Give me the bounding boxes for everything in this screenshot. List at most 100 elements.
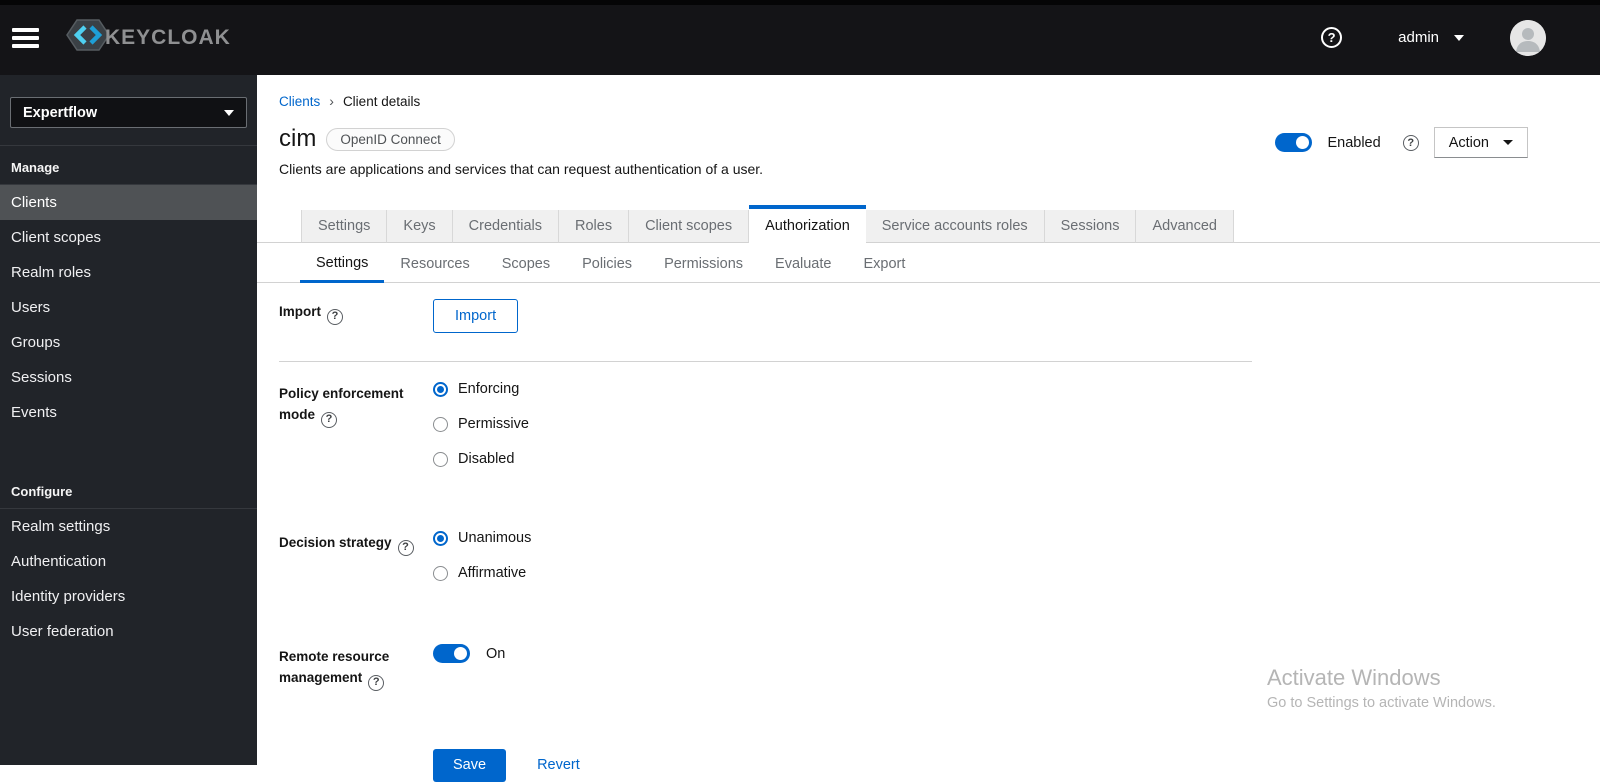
help-icon[interactable] — [1321, 27, 1343, 48]
help-icon[interactable] — [1402, 134, 1419, 151]
import-label: Import — [279, 304, 321, 319]
radio-label: Enforcing — [458, 381, 520, 397]
masthead: KEYCLOAK admin — [0, 0, 1600, 75]
radio-label: Affirmative — [458, 565, 527, 581]
import-button[interactable]: Import — [433, 299, 519, 333]
breadcrumb: Clients Client details — [279, 93, 420, 109]
radio-icon[interactable] — [433, 530, 448, 546]
subtab-resources[interactable]: Resources — [384, 245, 486, 283]
breadcrumb-current: Client details — [342, 93, 421, 109]
policy-enforcement-mode-label-col: Policy enforcement mode — [279, 381, 433, 486]
form-divider — [279, 361, 1252, 362]
radio-option-enforcing[interactable]: Enforcing — [433, 381, 1279, 397]
chevron-down-icon[interactable] — [1454, 34, 1464, 41]
radio-icon[interactable] — [433, 416, 448, 432]
radio-option-unanimous[interactable]: Unanimous — [433, 530, 1279, 546]
chevron-down-icon — [224, 109, 234, 116]
action-dropdown-label: Action — [1448, 134, 1489, 151]
tab-sessions[interactable]: Sessions — [1044, 210, 1137, 243]
enabled-toggle[interactable] — [1275, 133, 1313, 152]
realm-selector[interactable]: Expertflow — [10, 97, 247, 128]
sidebar-item-client-scopes[interactable]: Client scopes — [0, 220, 257, 255]
activate-windows-watermark: Activate Windows Go to Settings to activ… — [1267, 665, 1496, 711]
radio-option-affirmative[interactable]: Affirmative — [433, 565, 1279, 581]
subtab-evaluate[interactable]: Evaluate — [759, 245, 848, 283]
radio-icon[interactable] — [433, 381, 448, 397]
user-menu-label[interactable]: admin — [1398, 29, 1439, 46]
subtab-policies[interactable]: Policies — [566, 245, 649, 283]
remote-resource-management-toggle[interactable] — [433, 644, 470, 663]
tab-advanced[interactable]: Advanced — [1136, 210, 1234, 243]
watermark-title: Activate Windows — [1267, 665, 1441, 690]
remote-resource-management-row: Remote resource management On — [279, 644, 1279, 691]
tab-credentials[interactable]: Credentials — [452, 210, 559, 243]
radio-option-permissive[interactable]: Permissive — [433, 416, 1279, 432]
import-control-col: Import — [433, 299, 1279, 333]
sidebar-item-users[interactable]: Users — [0, 290, 257, 325]
subtab-settings[interactable]: Settings — [300, 245, 385, 283]
policy-enforcement-mode-row: Policy enforcement mode Enforcing Permis… — [279, 381, 1279, 486]
nav-gap — [0, 430, 257, 470]
help-icon[interactable] — [321, 411, 338, 428]
sidebar-item-authentication[interactable]: Authentication — [0, 544, 257, 579]
radio-option-disabled[interactable]: Disabled — [433, 451, 1279, 467]
radio-icon[interactable] — [433, 565, 448, 581]
masthead-right: admin — [1321, 19, 1600, 56]
policy-enforcement-mode-options: Enforcing Permissive Disabled — [433, 381, 1279, 486]
revert-button[interactable]: Revert — [537, 757, 580, 773]
sidebar-item-sessions[interactable]: Sessions — [0, 360, 257, 395]
tab-client-scopes[interactable]: Client scopes — [629, 210, 750, 243]
help-icon[interactable] — [397, 539, 414, 556]
action-dropdown-button[interactable]: Action — [1433, 127, 1528, 158]
radio-icon[interactable] — [433, 451, 448, 467]
realm-selector-block: Expertflow — [0, 75, 257, 146]
sidebar-item-events[interactable]: Events — [0, 395, 257, 430]
nav-section-configure: Configure Realm settings Authentication … — [0, 470, 257, 649]
brand-text: KEYCLOAK — [105, 25, 231, 49]
decision-strategy-row: Decision strategy Unanimous Affirmative — [279, 530, 1279, 600]
authorization-settings-form: Import Import Policy enforcement mode En… — [279, 299, 1279, 782]
decision-strategy-label-col: Decision strategy — [279, 530, 433, 600]
sidebar-item-realm-roles[interactable]: Realm roles — [0, 255, 257, 290]
radio-label: Unanimous — [458, 530, 532, 546]
form-actions: Save Revert — [279, 748, 1279, 782]
tab-keys[interactable]: Keys — [387, 210, 453, 243]
avatar[interactable] — [1510, 19, 1546, 56]
sidebar-item-user-federation[interactable]: User federation — [0, 614, 257, 649]
chevron-down-icon — [1503, 140, 1513, 145]
sidebar-item-identity-providers[interactable]: Identity providers — [0, 579, 257, 614]
breadcrumb-clients-link[interactable]: Clients — [279, 94, 320, 109]
subtab-export[interactable]: Export — [847, 245, 922, 283]
radio-label: Permissive — [458, 416, 529, 432]
tab-roles[interactable]: Roles — [559, 210, 630, 243]
subtab-scopes[interactable]: Scopes — [485, 245, 567, 283]
tab-service-accounts-roles[interactable]: Service accounts roles — [865, 210, 1045, 243]
subtab-permissions[interactable]: Permissions — [648, 245, 760, 283]
import-row: Import Import — [279, 299, 1279, 333]
page-title: cim — [279, 125, 317, 152]
tabbar-filler — [1233, 205, 1600, 243]
tab-settings[interactable]: Settings — [301, 210, 388, 243]
sidebar-nav: Expertflow Manage Clients Client scopes … — [0, 75, 257, 765]
sidebar-item-clients[interactable]: Clients — [0, 185, 257, 220]
help-icon[interactable] — [327, 308, 343, 325]
import-label-col: Import — [279, 299, 433, 333]
save-button[interactable]: Save — [433, 748, 507, 782]
hamburger-menu-icon[interactable] — [12, 24, 39, 52]
decision-strategy-options: Unanimous Affirmative — [433, 530, 1279, 600]
help-icon[interactable] — [368, 674, 385, 691]
remote-resource-management-control: On — [433, 644, 1279, 691]
actions-spacer — [279, 764, 433, 766]
sidebar-item-groups[interactable]: Groups — [0, 325, 257, 360]
policy-enforcement-mode-label: Policy enforcement mode — [279, 386, 404, 422]
subtabbar-spacer — [257, 245, 300, 283]
masthead-top-strip — [0, 0, 1600, 5]
sidebar-item-realm-settings[interactable]: Realm settings — [0, 509, 257, 544]
tab-authorization[interactable]: Authorization — [749, 205, 866, 243]
enabled-label: Enabled — [1327, 134, 1381, 151]
protocol-badge: OpenID Connect — [326, 127, 455, 151]
keycloak-logo: KEYCLOAK — [65, 18, 231, 57]
subtabbar-filler — [921, 245, 1600, 283]
authorization-subtabs: Settings Resources Scopes Policies Permi… — [257, 245, 1600, 283]
watermark-subtitle: Go to Settings to activate Windows. — [1267, 695, 1496, 711]
